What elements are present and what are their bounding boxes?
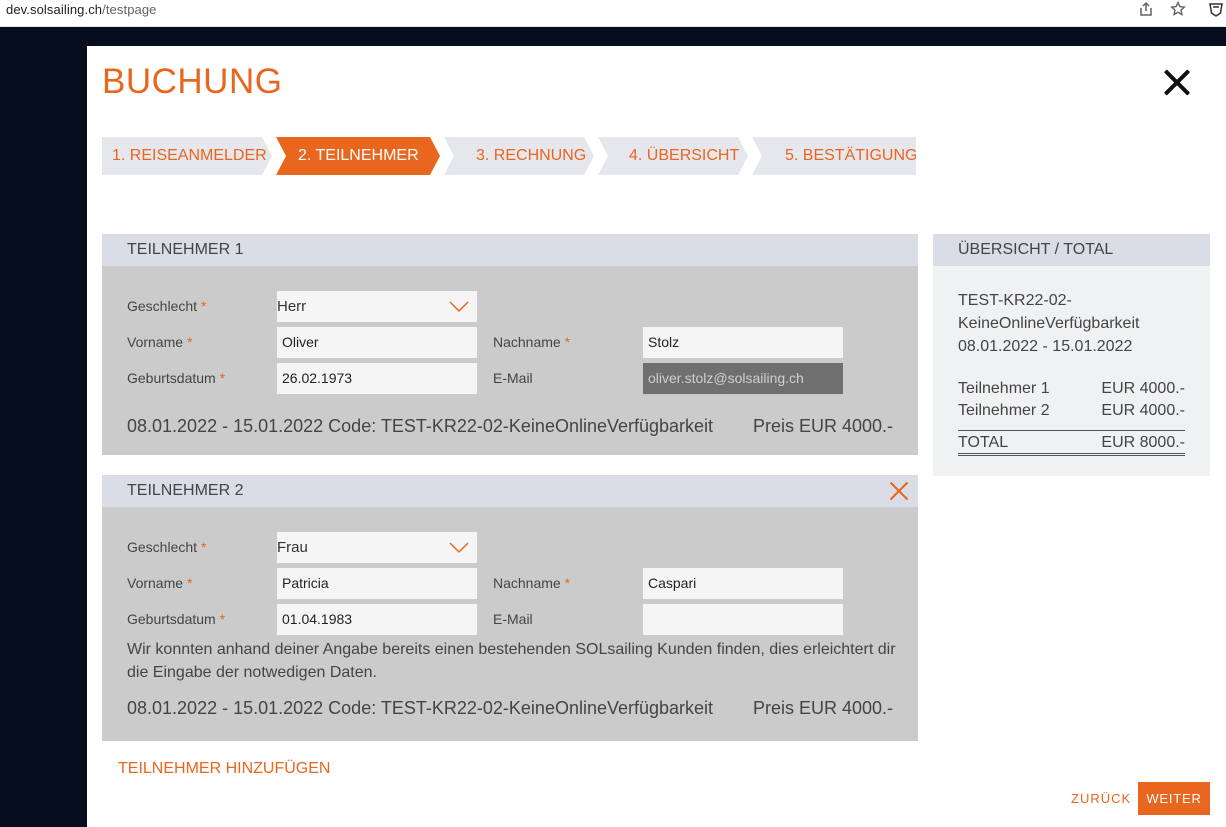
gender-label: Geschlecht *: [127, 298, 206, 314]
email-field[interactable]: [643, 604, 843, 635]
overview-row-label: Teilnehmer 2: [958, 402, 1050, 419]
close-icon[interactable]: [1161, 66, 1193, 98]
gender-select[interactable]: Herr: [277, 291, 477, 322]
lastname-label: Nachname *: [493, 334, 570, 350]
birthdate-label: Geburtsdatum *: [127, 370, 225, 386]
participant-header: TEILNEHMER 2: [102, 475, 918, 507]
overview-trip-code-line1: TEST-KR22-02-: [958, 292, 1072, 309]
step-rechnung[interactable]: 3. RECHNUNG: [444, 137, 594, 175]
overview-row-label: Teilnehmer 1: [958, 380, 1050, 397]
chevron-down-icon: [449, 296, 469, 327]
overview-row-amount: EUR 4000.-: [1101, 402, 1185, 419]
chevron-down-icon: [449, 537, 469, 568]
participant-header: TEILNEHMER 1: [102, 234, 918, 266]
bookmark-star-icon[interactable]: [1170, 0, 1186, 22]
next-button[interactable]: WEITER: [1138, 782, 1210, 815]
step-teilnehmer[interactable]: 2. TEILNEHMER: [276, 137, 440, 175]
add-participant-link[interactable]: TEILNEHMER HINZUFÜGEN: [118, 760, 330, 778]
required-mark: *: [200, 539, 207, 555]
firstname-field[interactable]: Patricia: [277, 568, 477, 599]
existing-customer-info: Wir konnten anhand deiner Angabe bereits…: [127, 641, 896, 681]
trip-summary: 08.01.2022 - 15.01.2022 Code: TEST-KR22-…: [127, 698, 714, 718]
step-reiseanmelder[interactable]: 1. REISEANMELDER: [102, 137, 272, 175]
gender-value: Herr: [277, 298, 307, 315]
lastname-field[interactable]: Caspari: [643, 568, 843, 599]
address-bar[interactable]: dev.solsailing.ch/testpage: [6, 2, 157, 17]
firstname-field[interactable]: Oliver: [277, 327, 477, 358]
overview-row-amount: EUR 4000.-: [1101, 380, 1185, 397]
firstname-label: Vorname *: [127, 334, 192, 350]
url-path: /testpage: [102, 2, 157, 17]
overview-panel: ÜBERSICHT / TOTAL TEST-KR22-02- KeineOnl…: [933, 234, 1210, 476]
modal-title: BUCHUNG: [102, 62, 283, 101]
birthdate-label-text: Geburtsdatum: [127, 370, 216, 386]
extension-shield-icon[interactable]: [1208, 1, 1224, 22]
overview-row: Teilnehmer 1 EUR 4000.-: [958, 380, 1185, 398]
required-mark: *: [564, 334, 571, 350]
overview-total-amount: EUR 8000.-: [1101, 434, 1185, 451]
email-field-disabled: oliver.stolz@solsailing.ch: [643, 363, 843, 394]
overview-header: ÜBERSICHT / TOTAL: [933, 234, 1210, 266]
firstname-label: Vorname *: [127, 575, 192, 591]
required-mark: *: [219, 611, 226, 627]
lastname-label-text: Nachname: [493, 575, 561, 591]
back-button[interactable]: ZURÜCK: [1071, 791, 1131, 806]
remove-participant-icon[interactable]: [890, 482, 908, 500]
participant-panel-2: TEILNEHMER 2 Geschlecht * Frau Vorname *…: [102, 475, 918, 741]
overview-dates: 08.01.2022 - 15.01.2022: [958, 338, 1133, 355]
step-bestaetigung[interactable]: 5. BESTÄTIGUNG: [752, 137, 916, 175]
email-label: E-Mail: [493, 370, 533, 386]
participant-price: Preis EUR 4000.-: [752, 698, 893, 718]
birthdate-field[interactable]: 26.02.1973: [277, 363, 477, 394]
birthdate-label-text: Geburtsdatum: [127, 611, 216, 627]
firstname-label-text: Vorname: [127, 575, 184, 591]
email-label: E-Mail: [493, 611, 533, 627]
required-mark: *: [186, 334, 193, 350]
step-uebersicht[interactable]: 4. ÜBERSICHT: [598, 137, 748, 175]
required-mark: *: [200, 298, 207, 314]
share-icon[interactable]: [1138, 1, 1154, 22]
overview-total-label: TOTAL: [958, 434, 1009, 451]
participant-price: Preis EUR 4000.-: [752, 416, 893, 436]
required-mark: *: [186, 575, 193, 591]
gender-label-text: Geschlecht: [127, 298, 198, 314]
lastname-label: Nachname *: [493, 575, 570, 591]
booking-steps: 1. REISEANMELDER 2. TEILNEHMER 3. RECHNU…: [102, 137, 920, 175]
gender-label-text: Geschlecht: [127, 539, 198, 555]
birthdate-field[interactable]: 01.04.1983: [277, 604, 477, 635]
overview-row: Teilnehmer 2 EUR 4000.-: [958, 402, 1185, 420]
lastname-label-text: Nachname: [493, 334, 561, 350]
required-mark: *: [219, 370, 226, 386]
browser-toolbar: dev.solsailing.ch/testpage: [0, 0, 1226, 27]
firstname-label-text: Vorname: [127, 334, 184, 350]
birthdate-label: Geburtsdatum *: [127, 611, 225, 627]
required-mark: *: [564, 575, 571, 591]
overview-total: TOTAL EUR 8000.-: [958, 430, 1185, 456]
gender-label: Geschlecht *: [127, 539, 206, 555]
overview-trip-code-line2: KeineOnlineVerfügbarkeit: [958, 315, 1140, 332]
booking-modal: BUCHUNG 1. REISEANMELDER 2. TEILNEHMER 3…: [87, 46, 1226, 827]
participant-panel-1: TEILNEHMER 1 Geschlecht * Herr Vorname *…: [102, 234, 918, 455]
lastname-field[interactable]: Stolz: [643, 327, 843, 358]
trip-summary: 08.01.2022 - 15.01.2022 Code: TEST-KR22-…: [127, 416, 714, 436]
gender-value: Frau: [277, 539, 308, 556]
gender-select[interactable]: Frau: [277, 532, 477, 563]
url-host: dev.solsailing.ch: [6, 2, 103, 17]
